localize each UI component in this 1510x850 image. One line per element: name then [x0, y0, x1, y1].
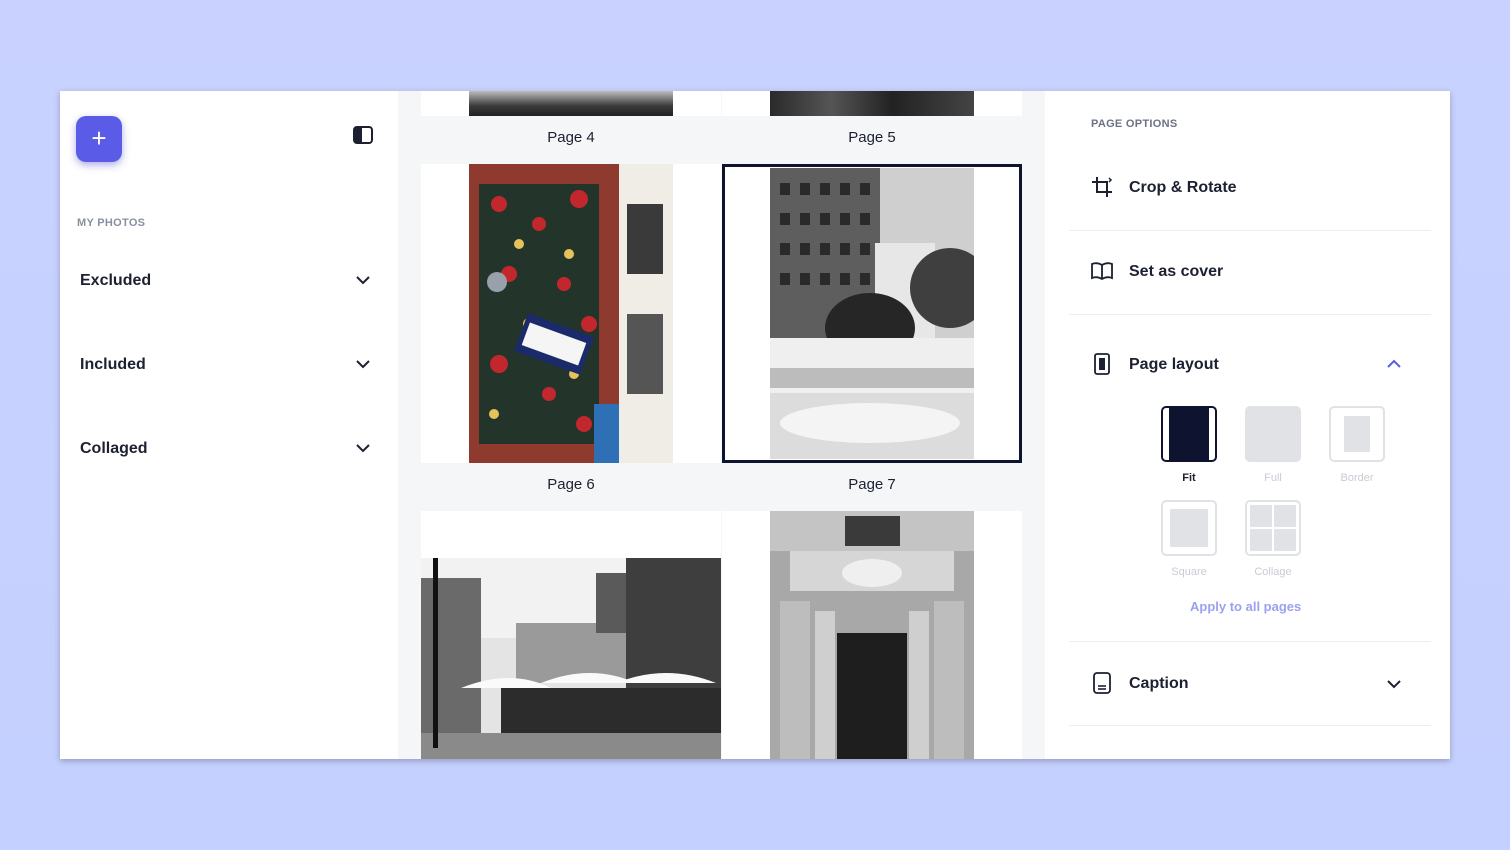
accordion-label: Collaged: [80, 440, 148, 457]
accordion-label: Excluded: [80, 272, 152, 289]
caption-icon: [1093, 672, 1111, 694]
page-layout-label[interactable]: Page layout: [1129, 356, 1219, 374]
set-cover-label: Set as cover: [1129, 263, 1224, 280]
panel-toggle-icon[interactable]: [353, 126, 373, 144]
layout-fit-label: Fit: [1182, 472, 1196, 484]
caption-label: Caption: [1129, 675, 1189, 692]
page-9-thumbnail[interactable]: [722, 511, 1022, 759]
accordion-included[interactable]: Included: [80, 353, 370, 377]
layout-border-label: Border: [1340, 472, 1374, 484]
page-5-label: Page 5: [848, 129, 896, 146]
page-4-thumbnail[interactable]: [421, 91, 721, 116]
page-4-label: Page 4: [547, 129, 595, 146]
layout-full-tile[interactable]: [1245, 406, 1301, 462]
page-photo: [421, 558, 721, 759]
chevron-down-icon: [356, 360, 370, 369]
my-photos-heading: MY PHOTOS: [77, 217, 146, 229]
layout-collage-tile[interactable]: [1245, 500, 1301, 556]
crop-rotate-label: Crop & Rotate: [1129, 179, 1237, 196]
pages-grid: Page 4 Page 5 Page 6 Page 7: [398, 91, 1045, 759]
layout-fit-tile[interactable]: [1161, 406, 1217, 462]
page-photo: [770, 91, 974, 116]
crop-rotate-option[interactable]: Crop & Rotate: [1069, 147, 1431, 231]
chevron-down-icon[interactable]: [1387, 679, 1401, 689]
accordion-excluded[interactable]: Excluded: [80, 269, 370, 293]
chevron-down-icon: [356, 276, 370, 285]
caption-option[interactable]: Caption: [1069, 642, 1431, 726]
page-layout-icon: [1094, 353, 1110, 375]
sidebar: + MY PHOTOS Excluded Included Collaged: [60, 91, 398, 759]
page-6-label: Page 6: [547, 476, 595, 493]
page-options-heading: PAGE OPTIONS: [1091, 118, 1178, 130]
book-icon: [1091, 262, 1113, 281]
add-photos-button[interactable]: +: [76, 116, 122, 162]
page-options-panel: PAGE OPTIONS Crop & Rotate Set as cover …: [1045, 91, 1450, 759]
accordion-label: Included: [80, 356, 146, 373]
chevron-up-icon[interactable]: [1387, 359, 1401, 369]
page-7-label: Page 7: [848, 476, 896, 493]
photobook-editor-window: + MY PHOTOS Excluded Included Collaged P…: [60, 91, 1450, 759]
page-8-thumbnail[interactable]: [421, 511, 721, 759]
layout-square-tile[interactable]: [1161, 500, 1217, 556]
crop-icon: [1092, 177, 1113, 197]
page-7-thumbnail[interactable]: [722, 164, 1022, 463]
page-photo: [770, 168, 974, 459]
layout-border-tile[interactable]: [1329, 406, 1385, 462]
layout-square-label: Square: [1171, 566, 1207, 578]
page-5-thumbnail[interactable]: [722, 91, 1022, 116]
page-6-thumbnail[interactable]: [421, 164, 721, 463]
page-photo: [469, 164, 673, 463]
apply-to-all-pages-link[interactable]: Apply to all pages: [1190, 599, 1301, 614]
accordion-collaged[interactable]: Collaged: [80, 437, 370, 461]
chevron-down-icon: [356, 444, 370, 453]
layout-full-label: Full: [1264, 472, 1282, 484]
page-photo: [770, 511, 974, 759]
page-photo: [469, 91, 673, 116]
set-cover-option[interactable]: Set as cover: [1069, 231, 1431, 315]
layout-collage-label: Collage: [1254, 566, 1292, 578]
